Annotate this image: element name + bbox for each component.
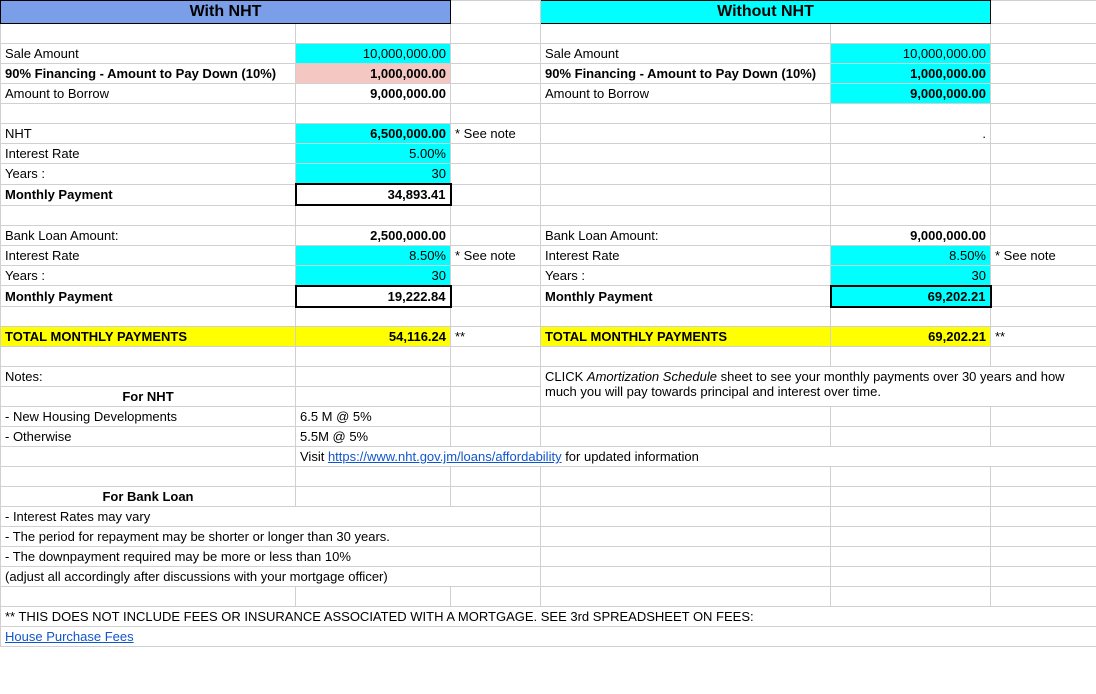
value-with-bank-amount[interactable]: 2,500,000.00: [296, 225, 451, 245]
label-years[interactable]: Years :: [541, 265, 831, 286]
nht-affordability-link[interactable]: https://www.nht.gov.jm/loans/affordabili…: [328, 449, 562, 464]
note-dblstar: **: [991, 327, 1096, 347]
value-with-financing[interactable]: 1,000,000.00: [296, 64, 451, 84]
value-with-bank-monthly[interactable]: 19,222.84: [296, 286, 451, 307]
header-without-nht: Without NHT: [541, 1, 991, 24]
value-without-total[interactable]: 69,202.21: [831, 327, 991, 347]
label-monthly-payment[interactable]: Monthly Payment: [541, 286, 831, 307]
label-total-monthly[interactable]: TOTAL MONTHLY PAYMENTS: [1, 327, 296, 347]
value-without-bank-rate[interactable]: 8.50%: [831, 245, 991, 265]
label-monthly-payment[interactable]: Monthly Payment: [1, 286, 296, 307]
label-interest-rate[interactable]: Interest Rate: [1, 245, 296, 265]
note-new-housing-val[interactable]: 6.5 M @ 5%: [296, 407, 451, 427]
value-nht-amount[interactable]: 6,500,000.00: [296, 124, 451, 144]
label-for-bank[interactable]: For Bank Loan: [1, 487, 296, 507]
note-otherwise-val[interactable]: 5.5M @ 5%: [296, 427, 451, 447]
value-with-borrow[interactable]: 9,000,000.00: [296, 84, 451, 104]
value-without-sale[interactable]: 10,000,000.00: [831, 44, 991, 64]
visit-link-line: Visit https://www.nht.gov.jm/loans/affor…: [296, 447, 1096, 467]
label-financing[interactable]: 90% Financing - Amount to Pay Down (10%): [1, 64, 296, 84]
value-with-sale[interactable]: 10,000,000.00: [296, 44, 451, 64]
disclaimer-fees: ** THIS DOES NOT INCLUDE FEES OR INSURAN…: [1, 607, 1096, 627]
note-marker: * See note: [451, 124, 541, 144]
value-without-bank-amount[interactable]: 9,000,000.00: [831, 225, 991, 245]
value-nht-rate[interactable]: 5.00%: [296, 144, 451, 164]
label-amount-borrow[interactable]: Amount to Borrow: [1, 84, 296, 104]
spreadsheet-grid[interactable]: With NHT Without NHT Sale Amount 10,000,…: [0, 0, 1096, 647]
value-nht-monthly[interactable]: 34,893.41: [296, 184, 451, 205]
note-marker: * See note: [991, 245, 1096, 265]
value-without-bank-years[interactable]: 30: [831, 265, 991, 286]
value-without-bank-monthly[interactable]: 69,202.21: [831, 286, 991, 307]
value-with-bank-rate[interactable]: 8.50%: [296, 245, 451, 265]
value-with-bank-years[interactable]: 30: [296, 265, 451, 286]
header-with-nht: With NHT: [1, 1, 451, 24]
value-nht-years[interactable]: 30: [296, 164, 451, 185]
label-interest-rate[interactable]: Interest Rate: [541, 245, 831, 265]
label-years[interactable]: Years :: [1, 164, 296, 185]
label-bank-loan[interactable]: Bank Loan Amount:: [541, 225, 831, 245]
note-adjust[interactable]: (adjust all accordingly after discussion…: [1, 567, 541, 587]
value-without-borrow[interactable]: 9,000,000.00: [831, 84, 991, 104]
label-financing[interactable]: 90% Financing - Amount to Pay Down (10%): [541, 64, 831, 84]
label-monthly-payment[interactable]: Monthly Payment: [1, 184, 296, 205]
cell-gap[interactable]: [451, 1, 541, 24]
label-bank-loan[interactable]: Bank Loan Amount:: [1, 225, 296, 245]
amortization-instruction: CLICK Amortization Schedule sheet to see…: [541, 367, 1096, 407]
note-period-repay[interactable]: - The period for repayment may be shorte…: [1, 527, 541, 547]
value-with-total[interactable]: 54,116.24: [296, 327, 451, 347]
note-new-housing[interactable]: - New Housing Developments: [1, 407, 296, 427]
label-notes[interactable]: Notes:: [1, 367, 296, 387]
label-total-monthly[interactable]: TOTAL MONTHLY PAYMENTS: [541, 327, 831, 347]
note-otherwise[interactable]: - Otherwise: [1, 427, 296, 447]
label-years[interactable]: Years :: [1, 265, 296, 286]
note-downpayment[interactable]: - The downpayment required may be more o…: [1, 547, 541, 567]
label-for-nht[interactable]: For NHT: [1, 387, 296, 407]
label-interest-rate[interactable]: Interest Rate: [1, 144, 296, 164]
label-amount-borrow[interactable]: Amount to Borrow: [541, 84, 831, 104]
label-nht[interactable]: NHT: [1, 124, 296, 144]
cell-gap[interactable]: [991, 1, 1096, 24]
note-rates-vary[interactable]: - Interest Rates may vary: [1, 507, 541, 527]
label-sale-amount[interactable]: Sale Amount: [1, 44, 296, 64]
house-purchase-fees-link[interactable]: House Purchase Fees: [5, 629, 134, 644]
note-dblstar: **: [451, 327, 541, 347]
label-sale-amount[interactable]: Sale Amount: [541, 44, 831, 64]
value-without-financing[interactable]: 1,000,000.00: [831, 64, 991, 84]
note-marker: * See note: [451, 245, 541, 265]
